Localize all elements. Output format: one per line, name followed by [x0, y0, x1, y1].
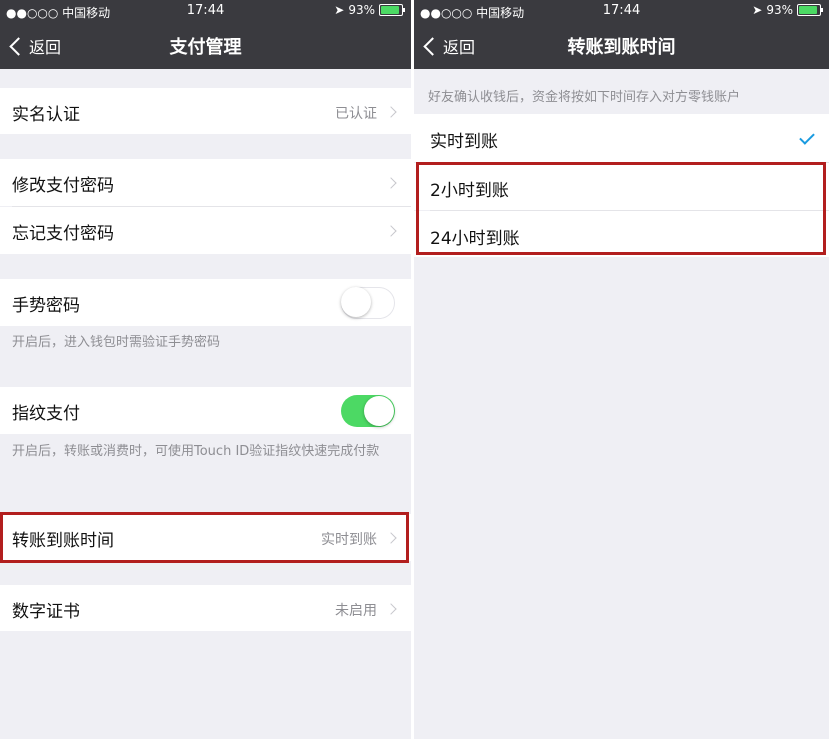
fingerprint-footer-note: 开启后，转账或消费时，可使用Touch ID验证指纹快速完成付款	[12, 444, 380, 459]
page-title: 转账到账时间	[567, 37, 676, 58]
fingerprint-pay-row: 指纹支付	[0, 387, 411, 434]
certificate-value: 未启用	[335, 603, 377, 619]
option-label: 2小时到账	[430, 181, 509, 201]
battery-status: ➤ 93%	[752, 3, 823, 17]
battery-percent: 93%	[348, 3, 375, 17]
option-24-hours[interactable]: 24小时到账	[414, 211, 829, 257]
nav-bar: 返回 支付管理	[0, 22, 411, 69]
chevron-right-icon	[385, 225, 397, 237]
option-label: 实时到账	[430, 132, 498, 152]
change-password-row[interactable]: 修改支付密码	[0, 159, 411, 206]
realname-row[interactable]: 实名认证 已认证	[0, 88, 411, 134]
gesture-password-row: 手势密码	[0, 279, 411, 326]
change-password-label: 修改支付密码	[12, 176, 114, 196]
certificate-row[interactable]: 数字证书 未启用	[0, 585, 411, 631]
location-icon: ➤	[752, 3, 763, 17]
battery-percent: 93%	[766, 3, 793, 17]
checkmark-icon	[799, 129, 815, 145]
transfer-time-screen: ●●○○○ 中国移动 17:44 ➤ 93% 返回 转账到账时间 好友确认收钱后…	[414, 0, 829, 739]
battery-icon	[797, 4, 823, 16]
page-title: 支付管理	[169, 37, 242, 58]
transfer-time-value: 实时到账	[321, 532, 377, 548]
battery-icon	[379, 4, 405, 16]
status-bar: ●●○○○ 中国移动 17:44 ➤ 93%	[414, 0, 829, 22]
realname-value: 已认证	[335, 106, 377, 122]
forget-password-row[interactable]: 忘记支付密码	[0, 207, 411, 254]
certificate-label: 数字证书	[12, 602, 80, 622]
fingerprint-pay-label: 指纹支付	[12, 404, 80, 424]
gesture-password-label: 手势密码	[12, 296, 80, 316]
toggle-knob	[364, 396, 394, 426]
section-header-note: 好友确认收钱后，资金将按如下时间存入对方零钱账户	[428, 90, 741, 105]
composite-screenshot: ●●○○○ 中国移动 17:44 ➤ 93% 返回 支付管理 实名认证 已认证 …	[0, 0, 829, 739]
location-icon: ➤	[334, 3, 345, 17]
chevron-right-icon	[385, 532, 397, 544]
chevron-right-icon	[385, 177, 397, 189]
transfer-time-label: 转账到账时间	[12, 531, 114, 551]
status-bar: ●●○○○ 中国移动 17:44 ➤ 93%	[0, 0, 411, 22]
option-label: 24小时到账	[430, 229, 520, 249]
nav-bar: 返回 转账到账时间	[414, 22, 829, 69]
fingerprint-pay-toggle[interactable]	[341, 395, 395, 427]
chevron-right-icon	[385, 106, 397, 118]
payment-management-screen: ●●○○○ 中国移动 17:44 ➤ 93% 返回 支付管理 实名认证 已认证 …	[0, 0, 411, 739]
gesture-footer-note: 开启后，进入钱包时需验证手势密码	[12, 335, 221, 350]
forget-password-label: 忘记支付密码	[12, 224, 114, 244]
gesture-password-toggle[interactable]	[341, 287, 395, 319]
transfer-time-row[interactable]: 转账到账时间 实时到账	[0, 514, 411, 561]
chevron-right-icon	[385, 603, 397, 615]
realname-label: 实名认证	[12, 105, 80, 125]
battery-status: ➤ 93%	[334, 3, 405, 17]
option-2-hours[interactable]: 2小时到账	[414, 163, 829, 210]
toggle-knob	[341, 287, 371, 317]
option-realtime[interactable]: 实时到账	[414, 114, 829, 162]
